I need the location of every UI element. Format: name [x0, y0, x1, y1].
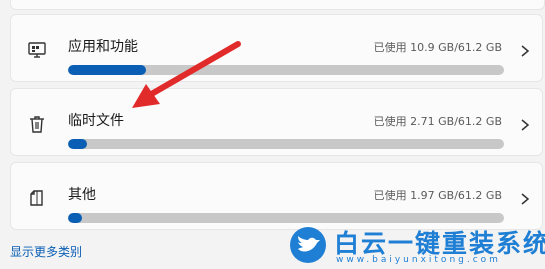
- storage-usage-fill: [68, 65, 146, 75]
- previous-card-edge: [10, 0, 545, 10]
- chevron-right-icon: [520, 191, 530, 205]
- trash-icon: [27, 114, 47, 134]
- storage-usage-bar: [68, 65, 504, 75]
- storage-item-temp-files[interactable]: 临时文件 已使用 2.71 GB/61.2 GB: [10, 88, 543, 156]
- storage-usage-bar: [68, 139, 504, 149]
- storage-item-apps[interactable]: 应用和功能 已使用 10.9 GB/61.2 GB: [10, 14, 543, 82]
- apps-icon: [27, 40, 47, 60]
- storage-usage-text: 已使用 2.71 GB/61.2 GB: [373, 115, 502, 128]
- storage-usage-bar: [68, 213, 504, 223]
- storage-item-other[interactable]: 其他 已使用 1.97 GB/61.2 GB: [10, 162, 543, 230]
- watermark-logo: 白云一键重装系统 www.baiyunxitong.com: [290, 223, 545, 267]
- other-file-icon: [27, 188, 47, 208]
- chevron-right-icon: [520, 117, 530, 131]
- storage-item-label: 其他: [68, 187, 96, 203]
- watermark-url: www.baiyunxitong.com: [336, 255, 501, 265]
- storage-usage-text: 已使用 1.97 GB/61.2 GB: [373, 189, 502, 202]
- storage-item-label: 临时文件: [68, 113, 124, 129]
- storage-item-label: 应用和功能: [68, 39, 138, 55]
- show-more-categories-link[interactable]: 显示更多类别: [10, 243, 82, 260]
- chevron-right-icon: [520, 43, 530, 57]
- storage-usage-fill: [68, 139, 88, 149]
- bird-logo-icon: [290, 227, 326, 263]
- storage-usage-text: 已使用 10.9 GB/61.2 GB: [373, 41, 502, 54]
- storage-usage-fill: [68, 213, 82, 223]
